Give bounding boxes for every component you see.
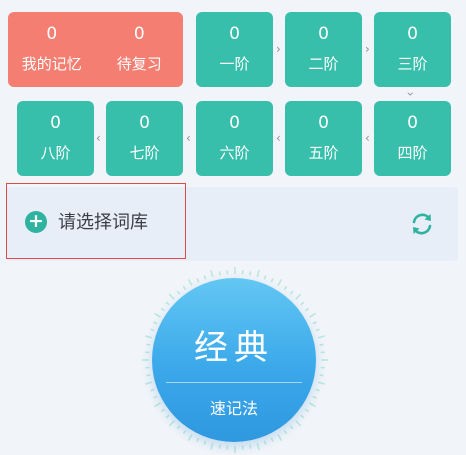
plus-circle-icon[interactable]: + <box>25 211 47 233</box>
stage-label: 二阶 <box>285 55 362 73</box>
chevron-left-icon: ‹ <box>186 132 191 144</box>
stage-5-tile[interactable]: 0 五阶 <box>285 101 362 176</box>
stage-label: 四阶 <box>374 144 451 162</box>
my-memory-item[interactable]: 0 我的记忆 <box>8 12 96 87</box>
stage-count: 0 <box>196 24 273 44</box>
chevron-left-icon: ‹ <box>276 132 281 144</box>
stage-4-tile[interactable]: 0 四阶 <box>374 101 451 176</box>
to-review-count: 0 <box>96 24 184 44</box>
stage-count: 0 <box>285 113 362 133</box>
main-button-divider <box>166 382 302 383</box>
chevron-left-icon: ‹ <box>365 132 370 144</box>
select-word-bank-label[interactable]: 请选择词库 <box>58 211 148 235</box>
stage-label: 五阶 <box>285 144 362 162</box>
stage-count: 0 <box>196 113 273 133</box>
chevron-left-icon: ‹ <box>96 132 101 144</box>
stage-label: 三阶 <box>374 55 451 73</box>
memory-summary-card[interactable]: 0 我的记忆 0 待复习 <box>8 12 183 87</box>
refresh-icon[interactable] <box>408 210 436 238</box>
stage-count: 0 <box>374 113 451 133</box>
my-memory-label: 我的记忆 <box>8 55 96 73</box>
stage-label: 六阶 <box>196 144 273 162</box>
stage-1-tile[interactable]: 0 一阶 <box>196 12 273 87</box>
stage-7-tile[interactable]: 0 七阶 <box>106 101 183 176</box>
my-memory-count: 0 <box>8 24 96 44</box>
to-review-label: 待复习 <box>96 55 184 73</box>
stage-3-tile[interactable]: 0 三阶 <box>374 12 451 87</box>
stage-2-tile[interactable]: 0 二阶 <box>285 12 362 87</box>
chevron-down-icon: › <box>404 92 416 97</box>
stage-count: 0 <box>17 113 94 133</box>
stage-count: 0 <box>374 24 451 44</box>
main-button-title: 经典 <box>152 328 316 368</box>
stage-label: 七阶 <box>106 144 183 162</box>
stage-count: 0 <box>106 113 183 133</box>
chevron-right-icon: › <box>276 43 281 55</box>
main-button-subtitle: 速记法 <box>152 399 316 419</box>
to-review-item[interactable]: 0 待复习 <box>96 12 184 87</box>
stage-8-tile[interactable]: 0 八阶 <box>17 101 94 176</box>
chevron-right-icon: › <box>365 43 370 55</box>
classic-memory-button[interactable]: 经典 速记法 <box>152 278 316 442</box>
stage-label: 八阶 <box>17 144 94 162</box>
stage-label: 一阶 <box>196 55 273 73</box>
stage-count: 0 <box>285 24 362 44</box>
stage-6-tile[interactable]: 0 六阶 <box>196 101 273 176</box>
